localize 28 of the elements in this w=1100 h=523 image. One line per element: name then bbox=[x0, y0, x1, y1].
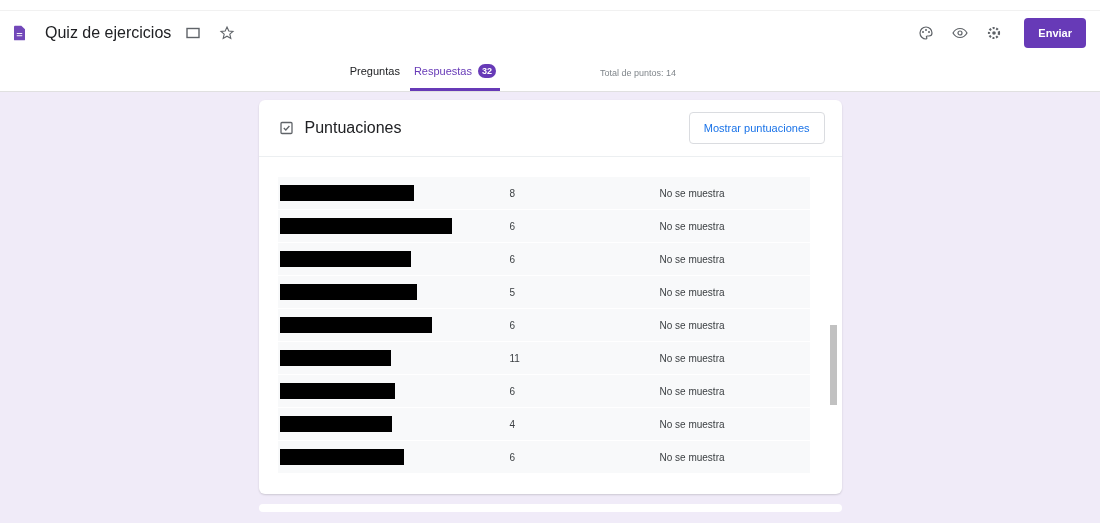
release-status: No se muestra bbox=[659, 451, 725, 463]
score-value: 6 bbox=[509, 253, 517, 265]
card-title: Puntuaciones bbox=[304, 119, 403, 137]
tab-label: Preguntas bbox=[349, 65, 400, 77]
score-value: 6 bbox=[509, 385, 517, 397]
release-status: No se muestra bbox=[659, 319, 725, 331]
count-badge: 32 bbox=[478, 64, 496, 78]
score-value: 8 bbox=[509, 187, 517, 199]
score-value: 11 bbox=[509, 352, 521, 364]
send-button[interactable]: Enviar bbox=[1024, 18, 1086, 48]
score-value: 5 bbox=[509, 286, 517, 298]
form-title[interactable]: Quiz de ejercicios bbox=[45, 24, 172, 42]
tab[interactable]: Preguntas bbox=[345, 64, 404, 91]
release-status: No se muestra bbox=[659, 220, 725, 232]
score-value: 6 bbox=[509, 220, 517, 232]
release-status: No se muestra bbox=[659, 418, 725, 430]
tab[interactable]: Respuestas 32 bbox=[409, 64, 500, 91]
score-value: 4 bbox=[509, 418, 517, 430]
score-value: 6 bbox=[509, 319, 517, 331]
release-status: No se muestra bbox=[659, 385, 725, 397]
total-points: Total de puntos: 14 bbox=[600, 68, 677, 78]
score-value: 6 bbox=[509, 451, 517, 463]
release-status: No se muestra bbox=[659, 352, 725, 364]
release-status: No se muestra bbox=[659, 187, 725, 199]
tab-label: Respuestas bbox=[413, 65, 472, 77]
release-status: No se muestra bbox=[659, 286, 725, 298]
release-status: No se muestra bbox=[659, 253, 725, 265]
show-scores-button[interactable]: Mostrar puntuaciones bbox=[688, 112, 825, 144]
